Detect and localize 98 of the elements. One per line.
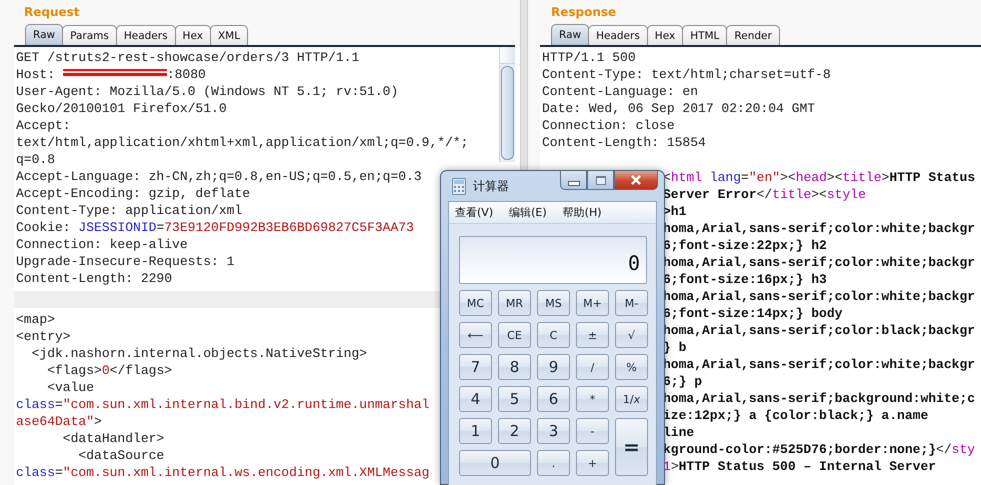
code-line: line	[662, 424, 694, 441]
code-line: <dataHandler>	[62, 430, 164, 447]
code-line: homa,Arial,sans-serif;color:white;backgr	[662, 220, 976, 237]
calculator-key[interactable]: 1/x	[615, 386, 648, 412]
tab[interactable]: Raw	[551, 24, 590, 45]
code-line: <flags>0</flags>	[46, 362, 172, 379]
calculator-key[interactable]: ⟵	[459, 322, 492, 348]
code-line: 6;font-size:22px;} h2	[662, 237, 827, 254]
window-title: 计算器	[473, 178, 509, 194]
calculator-key[interactable]: 8	[498, 354, 531, 380]
code-line: homa,Arial,sans-serif;color:white;backgr	[662, 356, 976, 373]
calculator-key[interactable]: -	[576, 418, 609, 444]
code-line: Date: Wed, 06 Sep 2017 02:20:04 GMT	[541, 100, 816, 117]
calculator-icon	[452, 178, 466, 194]
close-icon	[630, 175, 642, 185]
calculator-key[interactable]: √	[615, 322, 648, 348]
code-line: 6;font-size:14px;} body	[662, 305, 842, 322]
code-line: <value	[46, 379, 94, 396]
code-line: >h1	[662, 203, 686, 220]
code-line: class="com.sun.xml.internal.bind.v2.runtime.unmarshal	[15, 396, 430, 413]
minimize-button[interactable]	[560, 171, 587, 190]
code-line: Accept-Encoding: gzip, deflate	[15, 185, 250, 202]
calculator-key[interactable]: =	[615, 418, 648, 476]
code-line: homa,Arial,sans-serif;color:white;backgr	[662, 288, 976, 305]
menu-item[interactable]: 查看(V)	[455, 205, 494, 220]
code-line: <map>	[15, 311, 56, 328]
menu-item[interactable]: 编辑(E)	[509, 205, 547, 220]
code-line: ase64Data">	[15, 413, 102, 430]
code-line: User-Agent: Mozilla/5.0 (Windows NT 5.1; rv:51.0)	[15, 83, 398, 100]
code-line: Upgrade-Insecure-Requests: 1	[15, 253, 234, 270]
tab[interactable]: Raw	[25, 24, 64, 45]
maximize-icon	[596, 176, 606, 184]
code-line: Content-Length: 2290	[15, 270, 172, 287]
calculator-key[interactable]: *	[576, 386, 609, 412]
code-line: GET /struts2-rest-showcase/orders/3 HTTP/1.1	[15, 49, 360, 66]
tab[interactable]: Headers	[116, 25, 176, 45]
tab[interactable]: HTML	[682, 25, 728, 45]
calculator-key[interactable]: /	[576, 354, 609, 380]
calculator-key[interactable]: M+	[576, 290, 609, 316]
tab[interactable]: Headers	[588, 25, 648, 45]
code-line: 6;font-size:16px;} h3	[662, 271, 827, 288]
calculator-key[interactable]: MR	[498, 290, 531, 316]
calculator-key[interactable]: 4	[459, 386, 492, 412]
calculator-key[interactable]: ±	[576, 322, 609, 348]
maximize-button[interactable]	[587, 171, 614, 190]
calculator-key[interactable]: .	[537, 450, 570, 476]
scrollbar[interactable]	[499, 47, 515, 162]
tab[interactable]: Hex	[646, 25, 684, 45]
code-line: Content-Length: 15854	[541, 134, 706, 151]
calculator-key[interactable]: 6	[537, 386, 570, 412]
code-line: HTTP/1.1 500	[541, 49, 636, 66]
tab[interactable]: Params	[62, 25, 117, 45]
code-text: :8080	[166, 67, 206, 82]
code-line: <entry>	[15, 328, 71, 345]
calculator-key[interactable]: 3	[537, 418, 570, 444]
calculator-key[interactable]: 9	[537, 354, 570, 380]
calculator-key[interactable]: MS	[537, 290, 570, 316]
calculator-key[interactable]: 0	[459, 450, 531, 476]
code-line: Server Error</title><style	[662, 186, 866, 203]
code-line: Content-Type: text/html;charset=utf-8	[541, 66, 831, 83]
code-line: Content-Language: en	[541, 83, 698, 100]
code-line: <jdk.nashorn.internal.objects.NativeString>	[30, 345, 368, 362]
code-text: Host:	[16, 67, 56, 82]
code-line: homa,Arial,sans-serif;background:white;c	[662, 390, 976, 407]
code-line: kground-color:#525D76;border:none;}</sty	[662, 441, 976, 458]
tab[interactable]: XML	[210, 25, 248, 45]
code-line: Accept:	[15, 117, 71, 134]
panel-title: Request	[24, 4, 80, 21]
code-line: homa,Arial,sans-serif;color:white;backgr	[662, 254, 976, 271]
calculator-key[interactable]: C	[537, 322, 570, 348]
menu-item[interactable]: 帮助(H)	[562, 205, 602, 220]
calculator-key[interactable]: +	[576, 450, 609, 476]
calculator-key[interactable]: %	[615, 354, 648, 380]
calculator-key[interactable]: 5	[498, 386, 531, 412]
code-line: Accept-Language: zh-CN,zh;q=0.8,en-US;q=0.5,en;q=0.3	[15, 168, 422, 185]
calculator-key[interactable]: CE	[498, 322, 531, 348]
code-line: Cookie: JSESSIONID=73E9120FD992B3EB6BD69827C5F3AA73	[15, 219, 414, 236]
code-line: Gecko/20100101 Firefox/51.0	[15, 100, 227, 117]
calculator-key[interactable]: M-	[615, 290, 648, 316]
calculator-key[interactable]: MC	[459, 290, 492, 316]
code-line: Content-Type: application/xml	[15, 202, 242, 219]
code-line: homa,Arial,sans-serif;color:black;backgr	[662, 322, 976, 339]
code-line: ize:12px;} a {color:black;} a.name	[662, 407, 928, 424]
code-line: text/html,application/xhtml+xml,application/xml;q=0.9,*/*;	[15, 134, 468, 151]
minimize-icon	[568, 180, 580, 186]
code-line: Connection: keep-alive	[15, 236, 188, 253]
calculator-key[interactable]: 2	[498, 418, 531, 444]
code-line: <dataSource	[77, 447, 164, 464]
tab[interactable]: Hex	[174, 25, 211, 45]
panel-title: Response	[551, 4, 616, 21]
code-line: class="com.sun.xml.internal.ws.encoding.xml.XMLMessag	[15, 464, 430, 481]
code-line: Connection: close	[541, 117, 675, 134]
close-button[interactable]	[614, 171, 658, 190]
calculator-display: 0	[459, 236, 647, 284]
code-line: q=0.8	[15, 151, 56, 168]
tab[interactable]: Render	[726, 25, 780, 45]
calculator-key[interactable]: 1	[459, 418, 492, 444]
calculator-key[interactable]: 7	[459, 354, 492, 380]
